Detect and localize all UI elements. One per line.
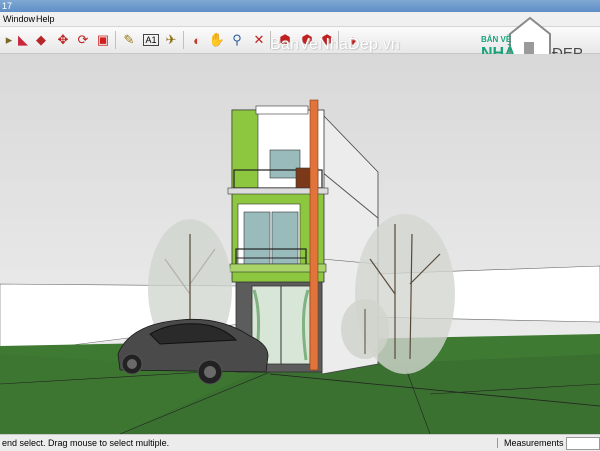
menu-item-window[interactable]: Window xyxy=(1,12,37,26)
tape-measure-button[interactable]: ✎ xyxy=(120,31,138,49)
zoom-button[interactable]: ⚲ xyxy=(228,31,246,49)
dimension-button[interactable]: ✈ xyxy=(162,31,180,49)
toolbar-separator xyxy=(115,31,116,49)
eraser-icon: ◣ xyxy=(18,32,28,47)
push-pull-icon: ▣ xyxy=(96,32,110,47)
orbit-button[interactable]: ◐ xyxy=(188,31,206,49)
measurements-input[interactable] xyxy=(566,437,600,450)
rotate-button[interactable]: ⟳ xyxy=(74,31,92,49)
text-button[interactable]: A1 xyxy=(142,31,160,49)
menu-item-help[interactable]: Help xyxy=(34,12,57,26)
paint-bucket-icon: ◆ xyxy=(36,32,46,47)
zoom-extents-button[interactable]: ✕ xyxy=(250,31,268,49)
watermark: BanVeNhaDep.vn xyxy=(270,36,401,53)
status-separator xyxy=(497,438,498,448)
tree-small xyxy=(341,299,389,359)
toolbar-separator xyxy=(183,31,184,49)
pan-icon: ✋ xyxy=(208,32,226,47)
window-title: 17 xyxy=(2,1,13,11)
logo-top-text: BẢN VẼ xyxy=(481,35,512,44)
zoom-icon: ⚲ xyxy=(232,32,242,47)
tape-measure-icon: ✎ xyxy=(123,32,135,47)
select-icon: ▸ xyxy=(5,32,13,47)
scene xyxy=(0,54,600,434)
status-bar: end select. Drag mouse to select multipl… xyxy=(0,434,600,451)
rotate-icon: ⟳ xyxy=(77,32,89,47)
paint-bucket-button[interactable]: ◆ xyxy=(32,31,50,49)
move-button[interactable]: ✥ xyxy=(54,31,72,49)
zoom-extents-icon: ✕ xyxy=(253,32,265,47)
title-bar: 17 xyxy=(0,0,600,12)
eraser-button[interactable]: ◣ xyxy=(14,31,32,49)
dimension-icon: ✈ xyxy=(165,32,177,47)
move-icon: ✥ xyxy=(57,32,69,47)
status-hint: end select. Drag mouse to select multipl… xyxy=(2,438,170,448)
facade-column xyxy=(309,99,319,371)
3d-viewport[interactable] xyxy=(0,54,600,434)
measurements-label: Measurements xyxy=(504,438,564,448)
push-pull-button[interactable]: ▣ xyxy=(94,31,112,49)
pan-button[interactable]: ✋ xyxy=(208,31,226,49)
text-icon: A1 xyxy=(143,34,159,46)
orbit-icon: ◐ xyxy=(193,32,201,48)
